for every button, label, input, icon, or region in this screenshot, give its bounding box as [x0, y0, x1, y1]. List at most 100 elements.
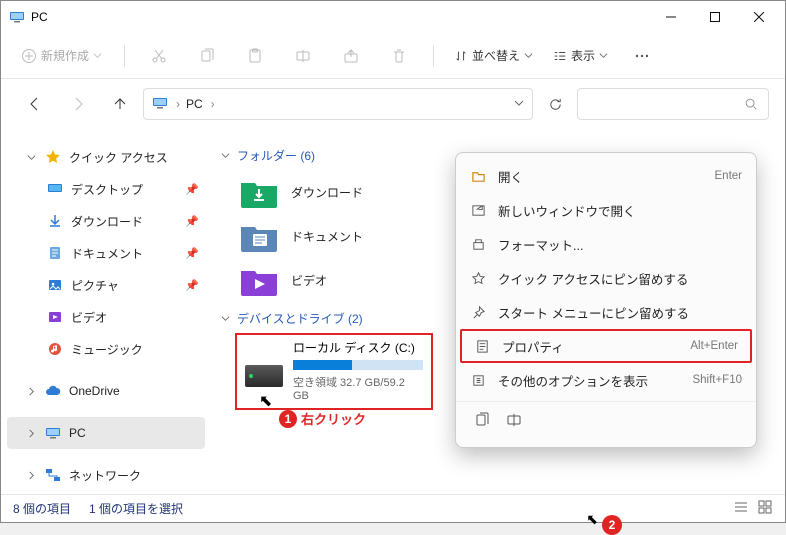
sidebar-item-pc[interactable]: PC: [7, 417, 205, 449]
sidebar-label: ミュージック: [71, 341, 143, 358]
sort-label: 並べ替え: [472, 47, 520, 64]
separator: [433, 45, 434, 67]
sidebar: クイック アクセス デスクトップ 📌 ダウンロード 📌 ドキュメント 📌 ピクチ…: [1, 129, 211, 494]
ctx-more-options[interactable]: その他のオプションを表示 Shift+F10: [456, 363, 756, 397]
back-button[interactable]: [17, 87, 55, 121]
folder-label: ドキュメント: [291, 228, 363, 245]
chevron-down-icon: [25, 153, 37, 162]
pictures-icon: [47, 277, 63, 293]
sidebar-item-onedrive[interactable]: OneDrive: [7, 375, 205, 407]
chevron-right-icon: [25, 387, 37, 396]
chevron-right-icon: [25, 429, 37, 438]
pin-icon: 📌: [185, 247, 205, 260]
video-folder-icon: [239, 263, 279, 297]
sidebar-label: PC: [69, 426, 86, 440]
status-item-count: 8 個の項目: [13, 500, 71, 517]
pin-icon: [470, 305, 486, 320]
music-icon: [47, 341, 63, 357]
sidebar-label: OneDrive: [69, 384, 120, 398]
status-bar: 8 個の項目 1 個の項目を選択: [1, 494, 785, 522]
document-folder-icon: [239, 219, 279, 253]
titlebar: PC: [1, 1, 785, 33]
new-button[interactable]: 新規作成: [15, 39, 110, 73]
cloud-icon: [45, 383, 61, 399]
search-input[interactable]: [577, 88, 769, 120]
chevron-down-icon: [221, 149, 233, 163]
sidebar-item-quick[interactable]: クイック アクセス: [7, 141, 205, 173]
folder-label: ダウンロード: [291, 184, 363, 201]
pc-icon: [152, 95, 168, 114]
chevron-right-icon: [25, 471, 37, 480]
chevron-right-icon: ›: [176, 97, 180, 111]
chevron-right-icon: ›: [211, 97, 215, 111]
context-menu: 開く Enter 新しいウィンドウで開く フォーマット... クイック アクセス…: [455, 152, 757, 448]
view-grid-icon[interactable]: [757, 499, 773, 518]
cut-button[interactable]: [139, 39, 179, 73]
callout-right-click: 1 右クリック: [279, 409, 366, 428]
network-icon: [45, 467, 61, 483]
view-button[interactable]: 表示: [547, 39, 614, 73]
cursor-icon: ⬉: [586, 511, 598, 528]
callout-2-badge: 2: [602, 515, 622, 535]
up-button[interactable]: [101, 87, 139, 121]
view-list-icon[interactable]: [733, 499, 749, 518]
ctx-icon-row: [456, 401, 756, 441]
video-icon: [47, 309, 63, 325]
ctx-pin-start[interactable]: スタート メニューにピン留めする: [456, 295, 756, 329]
minimize-button[interactable]: [649, 2, 693, 32]
separator: [124, 45, 125, 67]
sidebar-item-music[interactable]: ミュージック: [7, 333, 205, 365]
sidebar-label: ビデオ: [71, 309, 107, 326]
download-icon: [47, 213, 63, 229]
properties-icon: [474, 339, 490, 354]
maximize-button[interactable]: [693, 2, 737, 32]
nav-row: › PC ›: [1, 79, 785, 129]
breadcrumb[interactable]: › PC ›: [143, 88, 533, 120]
window-title: PC: [31, 10, 48, 24]
copy-button[interactable]: [187, 39, 227, 73]
sidebar-item-desktop[interactable]: デスクトップ 📌: [7, 173, 205, 205]
rename-button[interactable]: [283, 39, 323, 73]
sidebar-label: デスクトップ: [71, 181, 143, 198]
delete-button[interactable]: [379, 39, 419, 73]
paste-button[interactable]: [235, 39, 275, 73]
drive-name: ローカル ディスク (C:): [293, 339, 423, 356]
view-label: 表示: [571, 47, 595, 64]
sidebar-item-videos[interactable]: ビデオ: [7, 301, 205, 333]
sidebar-item-downloads[interactable]: ダウンロード 📌: [7, 205, 205, 237]
ctx-open-new-window[interactable]: 新しいウィンドウで開く: [456, 193, 756, 227]
sidebar-label: ダウンロード: [71, 213, 143, 230]
status-selected: 1 個の項目を選択: [89, 500, 183, 517]
new-label: 新規作成: [41, 47, 89, 64]
sidebar-label: ドキュメント: [71, 245, 143, 262]
toolbar: 新規作成 並べ替え 表示: [1, 33, 785, 79]
ctx-properties[interactable]: プロパティ Alt+Enter ⬉ 2: [460, 329, 752, 363]
sort-button[interactable]: 並べ替え: [448, 39, 539, 73]
rename-icon[interactable]: [506, 412, 524, 431]
chevron-down-icon[interactable]: [514, 97, 524, 111]
cursor-icon: ⬉: [259, 391, 272, 411]
sidebar-item-network[interactable]: ネットワーク: [7, 459, 205, 491]
sidebar-item-pictures[interactable]: ピクチャ 📌: [7, 269, 205, 301]
pin-icon: 📌: [185, 215, 205, 228]
pin-icon: 📌: [185, 183, 205, 196]
ctx-open[interactable]: 開く Enter: [456, 159, 756, 193]
close-button[interactable]: [737, 2, 781, 32]
more-button[interactable]: [622, 39, 662, 73]
disk-icon: [245, 365, 283, 387]
ctx-pin-quick[interactable]: クイック アクセスにピン留めする: [456, 261, 756, 295]
pin-icon: 📌: [185, 279, 205, 292]
ctx-format[interactable]: フォーマット...: [456, 227, 756, 261]
share-button[interactable]: [331, 39, 371, 73]
sidebar-label: ピクチャ: [71, 277, 119, 294]
sidebar-label: ネットワーク: [69, 467, 141, 484]
refresh-button[interactable]: [537, 88, 573, 120]
folder-open-icon: [470, 169, 486, 184]
forward-button[interactable]: [59, 87, 97, 121]
star-icon: [45, 149, 61, 165]
download-folder-icon: [239, 175, 279, 209]
window: PC 新規作成 並べ替え 表示: [0, 0, 786, 523]
sidebar-item-documents[interactable]: ドキュメント 📌: [7, 237, 205, 269]
copy-icon[interactable]: [474, 412, 492, 431]
chevron-down-icon: [221, 312, 233, 326]
